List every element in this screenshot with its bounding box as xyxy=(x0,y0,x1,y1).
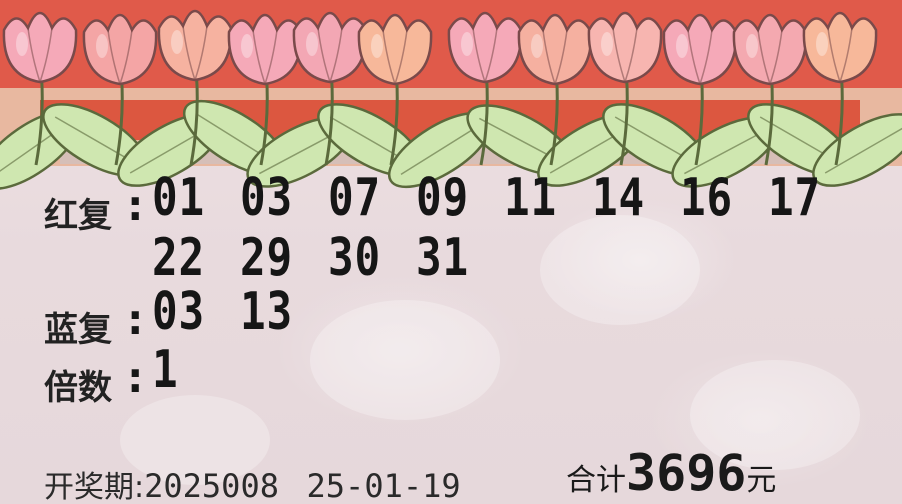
tulip-flower xyxy=(82,13,158,86)
total-label: 合计 xyxy=(566,463,626,498)
tulip-flower xyxy=(732,13,808,86)
red-number: 14 xyxy=(592,168,645,228)
blue-number: 03 xyxy=(152,282,205,342)
red-number: 30 xyxy=(328,228,381,288)
draw-period-number: 2025008 xyxy=(144,467,279,504)
red-number: 09 xyxy=(416,168,469,228)
tulip-flower xyxy=(447,11,523,84)
draw-date: 25-01-19 xyxy=(306,467,461,504)
watermark-blob xyxy=(540,215,700,325)
red-compound-label: 红复 xyxy=(44,196,112,236)
tulip-flower xyxy=(802,11,878,84)
red-number: 16 xyxy=(680,168,733,228)
total-amount-line: 合计3696元 xyxy=(566,444,776,502)
red-number: 07 xyxy=(328,168,381,228)
red-number: 01 xyxy=(152,168,205,228)
blue-compound-label: 蓝复 xyxy=(44,310,112,350)
red-number: 03 xyxy=(240,168,293,228)
tulip-flower xyxy=(662,13,738,86)
draw-period-colon: : xyxy=(134,470,145,504)
blue-number: 13 xyxy=(240,282,293,342)
multiplier-label: 倍数 xyxy=(44,368,112,408)
red-number: 11 xyxy=(504,168,557,228)
multiplier-value: 1 xyxy=(152,340,179,400)
red-number: 22 xyxy=(152,228,205,288)
tulip-flower xyxy=(227,13,303,86)
draw-period-label: 开奖期 xyxy=(44,470,134,504)
red-number: 29 xyxy=(240,228,293,288)
multiplier-colon: : xyxy=(122,352,149,403)
lottery-ticket-photo: 红复 : 01 03 07 09 11 14 16 17 22 29 30 31… xyxy=(0,0,902,504)
tulip-flower xyxy=(2,11,78,84)
tulip-flower xyxy=(517,13,593,86)
red-number: 17 xyxy=(768,168,821,228)
tulip-flower xyxy=(587,11,663,84)
red-compound-colon: : xyxy=(122,180,149,231)
tulip-flower xyxy=(157,9,233,82)
watermark-blob xyxy=(310,300,500,420)
tulip-flower xyxy=(357,13,433,86)
total-amount: 3696 xyxy=(626,444,747,502)
red-number: 31 xyxy=(416,228,469,288)
total-unit: 元 xyxy=(746,463,777,498)
blue-compound-colon: : xyxy=(122,294,149,345)
draw-period-line: 开奖期:2025008 25-01-19 xyxy=(44,462,461,504)
tulip-flower xyxy=(292,11,368,84)
